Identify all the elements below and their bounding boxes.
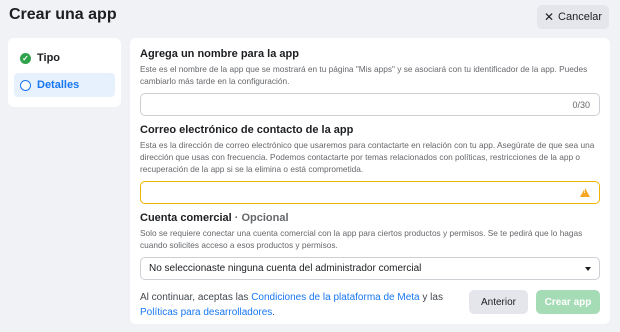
business-account-select[interactable]: No seleccionaste ninguna cuenta del admi… bbox=[140, 257, 600, 280]
cancel-label: Cancelar bbox=[558, 11, 603, 23]
business-account-description: Solo se requiere conectar una cuenta com… bbox=[140, 228, 583, 250]
step-detalles[interactable]: Detalles bbox=[14, 73, 115, 97]
check-circle-icon: ✓ bbox=[20, 52, 31, 64]
warning-icon bbox=[580, 188, 590, 197]
page-title: Crear una app bbox=[9, 6, 117, 23]
terms-prefix: Al continuar, aceptas las bbox=[140, 292, 252, 303]
optional-label: · Opcional bbox=[231, 212, 289, 224]
step-tipo[interactable]: ✓ Tipo bbox=[14, 46, 115, 70]
app-name-description: Este es el nombre de la app que se mostr… bbox=[140, 64, 588, 86]
app-name-input[interactable]: 0/30 bbox=[140, 93, 600, 116]
platform-terms-link[interactable]: Condiciones de la plataforma de Meta bbox=[251, 292, 419, 303]
business-account-title: Cuenta comercial · Opcional bbox=[140, 212, 600, 224]
business-account-value: No seleccionaste ninguna cuenta del admi… bbox=[149, 263, 422, 274]
close-icon: ✕ bbox=[543, 10, 555, 24]
back-button[interactable]: Anterior bbox=[469, 290, 528, 314]
char-counter: 0/30 bbox=[572, 99, 590, 110]
terms-suffix: . bbox=[272, 307, 276, 318]
cancel-button[interactable]: ✕ Cancelar bbox=[537, 5, 609, 29]
developer-policies-link[interactable]: Políticas para desarrolladores bbox=[140, 307, 272, 318]
app-name-title: Agrega un nombre para la app bbox=[140, 48, 299, 60]
details-form: Agrega un nombre para la app Este es el … bbox=[130, 38, 610, 324]
terms-text: Al continuar, aceptas las Condiciones de… bbox=[140, 290, 469, 320]
steps-sidebar: ✓ Tipo Detalles bbox=[8, 38, 121, 107]
radio-circle-icon bbox=[20, 79, 31, 91]
contact-email-title: Correo electrónico de contacto de la app bbox=[140, 124, 354, 136]
contact-email-description: Esta es la dirección de correo electróni… bbox=[140, 140, 595, 174]
create-app-button[interactable]: Crear app bbox=[536, 290, 600, 314]
business-account-label: Cuenta comercial bbox=[140, 212, 232, 224]
caret-down-icon bbox=[585, 266, 591, 271]
step-label: Tipo bbox=[37, 52, 61, 64]
terms-mid: y las bbox=[419, 292, 443, 303]
contact-email-input[interactable] bbox=[140, 181, 600, 204]
step-label: Detalles bbox=[37, 79, 80, 91]
